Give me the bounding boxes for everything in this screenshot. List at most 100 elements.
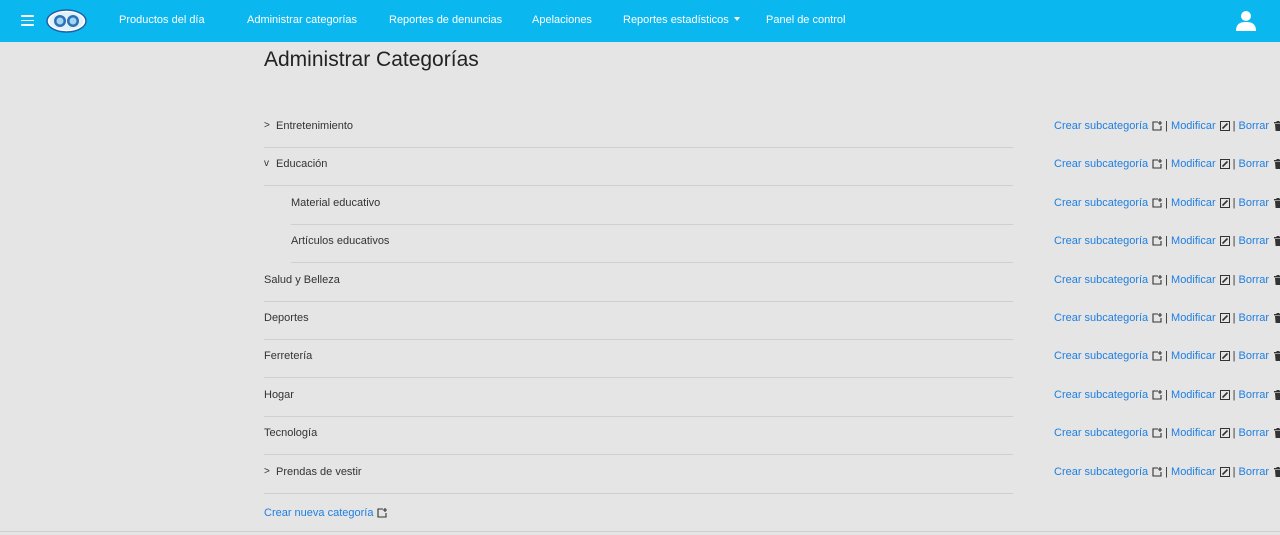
create-new-category-link[interactable]: Crear nueva categoría [264, 507, 388, 519]
new-item-icon [1152, 313, 1163, 323]
separator: | [1232, 312, 1236, 324]
new-item-icon [1152, 197, 1163, 208]
category-row: Material educativo Crear subcategoría | Mod… [291, 187, 1280, 225]
new-item-icon [1152, 121, 1163, 131]
category-name: Entretenimiento [276, 120, 354, 132]
edit-icon [1219, 351, 1230, 362]
category-actions: Crear subcategoría | Modificar | Borrar [1054, 466, 1280, 478]
modify-link[interactable]: Modificar [1171, 235, 1216, 247]
chevron-down-icon [733, 17, 740, 21]
new-item-icon [1152, 466, 1163, 477]
create-subcategory-link[interactable]: Crear subcategoría [1054, 235, 1148, 247]
expand-toggle[interactable]: > [264, 466, 274, 477]
modify-link[interactable]: Modificar [1171, 158, 1216, 170]
logo[interactable] [46, 9, 87, 33]
nav-administrar-categorias[interactable]: Administrar categorías [247, 14, 357, 26]
create-subcategory-link[interactable]: Crear subcategoría [1054, 389, 1148, 401]
modify-link[interactable]: Modificar [1171, 427, 1216, 439]
separator: | [1165, 158, 1169, 171]
create-subcategory-link[interactable]: Crear subcategoría [1054, 466, 1148, 478]
nav-productos-del-dia[interactable]: Productos del día [119, 14, 205, 26]
separator: | [1232, 235, 1236, 248]
create-subcategory-link[interactable]: Crear subcategoría [1054, 350, 1148, 362]
trash-icon [1274, 274, 1280, 285]
trash-icon [1274, 197, 1280, 208]
category-row: Artículos educativos Crear subcategoría | M… [291, 225, 1280, 264]
trash-icon [1274, 351, 1280, 362]
modify-link[interactable]: Modificar [1171, 197, 1216, 209]
create-new-category-label: Crear nueva categoría [264, 507, 374, 519]
category-name: Educación [276, 158, 328, 171]
category-actions: Crear subcategoría | Modificar | Borrar [1054, 120, 1280, 132]
modify-link[interactable]: Modificar [1171, 466, 1216, 478]
user-icon[interactable] [1236, 10, 1256, 31]
category-actions: Crear subcategoría | Modificar | Borrar [1054, 389, 1280, 401]
expand-toggle[interactable]: > [264, 120, 274, 131]
category-name: Tecnología [264, 427, 318, 440]
trash-icon [1274, 159, 1280, 170]
create-subcategory-link[interactable]: Crear subcategoría [1054, 120, 1148, 132]
separator: | [1165, 120, 1169, 132]
nav-panel-de-control[interactable]: Panel de control [766, 14, 846, 26]
nav-reportes-estadisticos-label: Reportes estadísticos [623, 14, 729, 26]
delete-link[interactable]: Borrar [1239, 120, 1270, 132]
separator: | [1165, 350, 1169, 363]
create-subcategory-link[interactable]: Crear subcategoría [1054, 274, 1148, 286]
delete-link[interactable]: Borrar [1239, 466, 1270, 478]
page-title: Administrar Categorías [264, 48, 479, 71]
modify-link[interactable]: Modificar [1171, 120, 1216, 132]
new-item-icon [1152, 351, 1163, 361]
nav-reportes-estadisticos[interactable]: Reportes estadísticos [623, 14, 740, 26]
trash-icon [1274, 121, 1280, 131]
create-subcategory-link[interactable]: Crear subcategoría [1054, 158, 1148, 170]
category-name: Material educativo [291, 196, 381, 209]
separator: | [1232, 158, 1236, 171]
separator: | [1165, 196, 1169, 209]
edit-icon [1219, 466, 1230, 477]
delete-link[interactable]: Borrar [1239, 197, 1270, 209]
category-actions: Crear subcategoría | Modificar | Borrar [1054, 312, 1280, 324]
category-name: Prendas de vestir [276, 465, 362, 478]
menu-icon[interactable] [21, 15, 34, 26]
nav-reportes-de-denuncias[interactable]: Reportes de denuncias [389, 14, 502, 26]
new-item-icon [1152, 389, 1163, 400]
delete-link[interactable]: Borrar [1239, 274, 1270, 286]
delete-link[interactable]: Borrar [1239, 350, 1270, 362]
delete-link[interactable]: Borrar [1239, 312, 1270, 324]
edit-icon [1219, 159, 1230, 170]
nav-apelaciones[interactable]: Apelaciones [532, 14, 592, 26]
expand-toggle[interactable]: v [264, 158, 274, 169]
new-item-icon [1152, 274, 1163, 285]
create-subcategory-link[interactable]: Crear subcategoría [1054, 312, 1148, 324]
category-actions: Crear subcategoría | Modificar | Borrar [1054, 427, 1280, 439]
category-name: Hogar [264, 388, 294, 401]
category-actions: Crear subcategoría | Modificar | Borrar [1054, 350, 1280, 362]
new-item-icon [377, 508, 388, 518]
edit-icon [1219, 428, 1230, 439]
modify-link[interactable]: Modificar [1171, 274, 1216, 286]
delete-link[interactable]: Borrar [1239, 235, 1270, 247]
separator: | [1165, 235, 1169, 248]
trash-icon [1274, 466, 1280, 477]
delete-link[interactable]: Borrar [1239, 389, 1270, 401]
delete-link[interactable]: Borrar [1239, 427, 1270, 439]
category-actions: Crear subcategoría | Modificar | Borrar [1054, 158, 1280, 170]
modify-link[interactable]: Modificar [1171, 350, 1216, 362]
footer-divider [0, 531, 1280, 532]
category-row: > Entretenimiento Crear subcategoría | Modif… [264, 110, 1280, 148]
separator: | [1232, 465, 1236, 478]
category-name: Salud y Belleza [264, 273, 340, 286]
category-row: Ferretería Crear subcategoría | Modificar | B… [264, 340, 1280, 379]
modify-link[interactable]: Modificar [1171, 312, 1216, 324]
modify-link[interactable]: Modificar [1171, 389, 1216, 401]
delete-link[interactable]: Borrar [1239, 158, 1270, 170]
category-row: Salud y Belleza Crear subcategoría | Modifi… [264, 264, 1280, 302]
edit-icon [1219, 121, 1230, 131]
create-subcategory-link[interactable]: Crear subcategoría [1054, 427, 1148, 439]
trash-icon [1274, 389, 1280, 400]
category-row: Hogar Crear subcategoría | Modificar | Borrar [264, 379, 1280, 417]
create-subcategory-link[interactable]: Crear subcategoría [1054, 197, 1148, 209]
new-item-icon [1152, 236, 1163, 246]
trash-icon [1274, 236, 1280, 247]
category-actions: Crear subcategoría | Modificar | Borrar [1054, 197, 1280, 209]
